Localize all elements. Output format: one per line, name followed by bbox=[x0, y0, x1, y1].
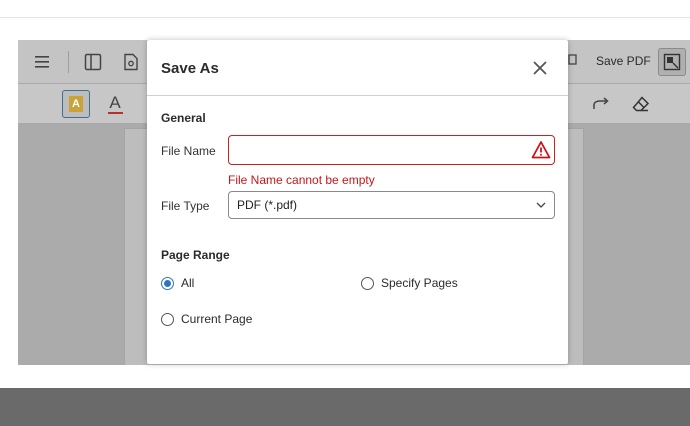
file-type-label: File Type bbox=[161, 199, 210, 213]
radio-all-label: All bbox=[181, 276, 195, 290]
save-as-dialog: Save As General File Name File Name cann… bbox=[147, 40, 568, 364]
close-icon bbox=[533, 61, 547, 75]
save-pdf-button[interactable]: Save PDF bbox=[596, 54, 651, 68]
general-heading: General bbox=[161, 111, 206, 125]
warning-icon bbox=[531, 141, 551, 159]
radio-current-page[interactable]: Current Page bbox=[161, 312, 252, 326]
eraser-icon[interactable] bbox=[630, 93, 652, 115]
file-name-error: File Name cannot be empty bbox=[228, 173, 375, 187]
document-settings-icon[interactable] bbox=[120, 51, 142, 73]
radio-all[interactable]: All bbox=[161, 276, 194, 290]
dialog-title: Save As bbox=[161, 60, 219, 77]
highlight-button[interactable]: A bbox=[62, 90, 90, 118]
radio-specify-pages-indicator bbox=[361, 276, 374, 290]
file-name-input[interactable] bbox=[228, 135, 555, 165]
radio-current-page-indicator bbox=[161, 312, 174, 326]
file-type-value: PDF (*.pdf) bbox=[237, 198, 298, 212]
radio-specify-pages-label: Specify Pages bbox=[381, 276, 458, 290]
dialog-header: Save As bbox=[147, 40, 568, 96]
chevron-down-icon bbox=[536, 200, 546, 210]
bottom-backdrop bbox=[0, 388, 690, 426]
fit-page-button[interactable] bbox=[658, 48, 686, 76]
redo-icon[interactable] bbox=[590, 93, 612, 115]
page-footer bbox=[0, 365, 690, 388]
radio-all-indicator bbox=[161, 276, 174, 290]
highlight-icon: A bbox=[69, 96, 83, 112]
fit-page-icon bbox=[663, 53, 681, 71]
sidebar-toggle-icon[interactable] bbox=[82, 51, 104, 73]
text-color-icon[interactable]: A bbox=[104, 92, 126, 116]
top-bar bbox=[0, 0, 690, 18]
toolbar-divider bbox=[68, 51, 69, 73]
close-button[interactable] bbox=[529, 57, 551, 79]
radio-specify-pages[interactable]: Specify Pages bbox=[361, 276, 458, 290]
page-range-heading: Page Range bbox=[161, 248, 230, 262]
menu-icon[interactable] bbox=[32, 52, 52, 72]
radio-current-page-label: Current Page bbox=[181, 312, 253, 326]
file-name-label: File Name bbox=[161, 144, 216, 158]
file-type-select[interactable]: PDF (*.pdf) bbox=[228, 191, 555, 219]
